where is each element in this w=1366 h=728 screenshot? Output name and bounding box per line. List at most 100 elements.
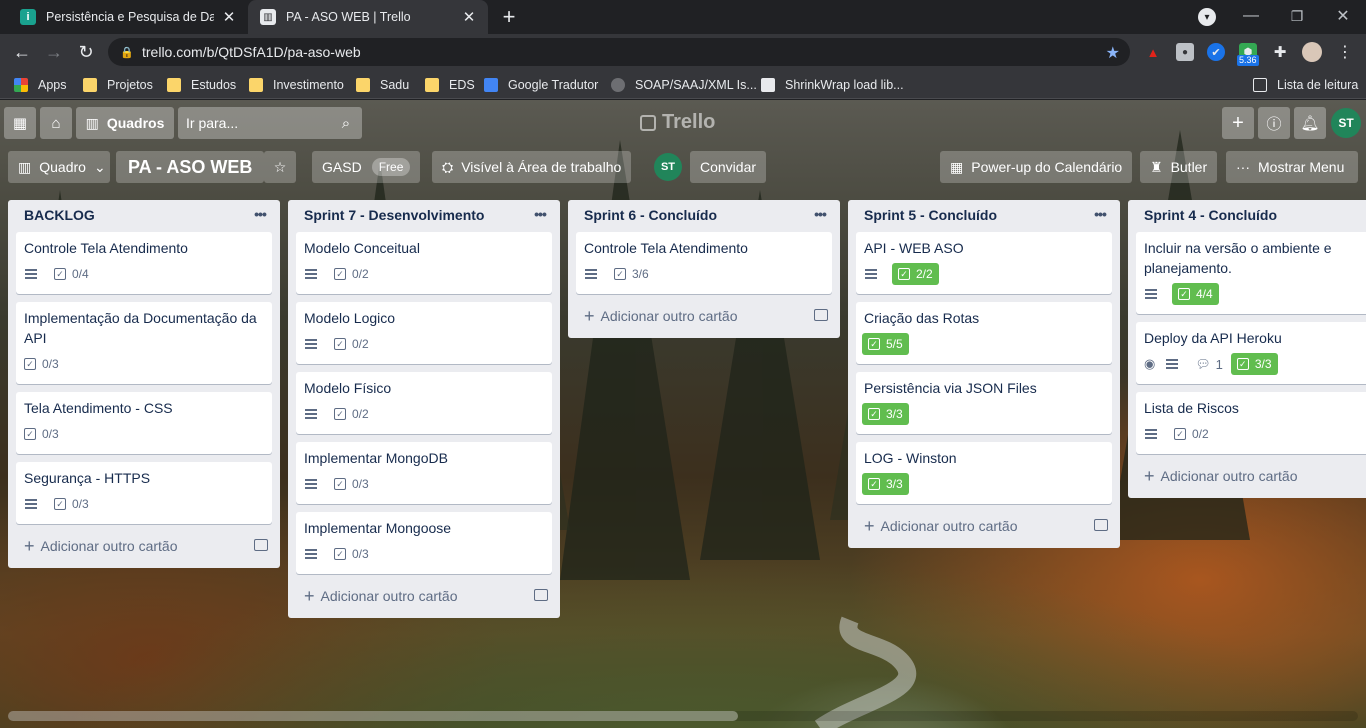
maximize-button[interactable]: ❐	[1274, 0, 1320, 32]
board-title[interactable]: PA - ASO WEB	[116, 151, 265, 183]
card[interactable]: LOG - Winston ✓ 3/3	[856, 442, 1112, 504]
card[interactable]: Implementação da Documentação da API ✓ 0/3	[16, 302, 272, 384]
extension-triangle-icon[interactable]: ▲	[1144, 43, 1162, 61]
visibility-button[interactable]: ⛭ Visível à Área de trabalho	[432, 151, 632, 183]
card[interactable]: Modelo Logico ✓ 0/2	[296, 302, 552, 364]
list-header[interactable]: Sprint 7 - Desenvolvimento •••	[296, 200, 552, 230]
horizontal-scrollbar-thumb[interactable]	[8, 711, 738, 721]
add-card-button[interactable]: + Adicionar outro cartão	[296, 582, 552, 610]
card[interactable]: Lista de Riscos ✓ 0/2	[1136, 392, 1366, 454]
card[interactable]: Segurança - HTTPS ✓ 0/3	[16, 462, 272, 524]
card-title: Controle Tela Atendimento	[584, 240, 748, 256]
card[interactable]: Controle Tela Atendimento ✓ 0/4	[16, 232, 272, 294]
notifications-bell-icon[interactable]: 🔔︎	[1294, 107, 1326, 139]
new-tab-button[interactable]: +	[498, 6, 520, 29]
bookmark-soap[interactable]: SOAP/SAAJ/XML Is...	[611, 75, 757, 95]
card-badges: ✓ 3/3	[862, 402, 1104, 426]
add-card-label: Adicionar outro cartão	[600, 308, 738, 324]
browser-tab-trello[interactable]: ▥ PA - ASO WEB | Trello ✕	[248, 0, 488, 34]
card-template-icon[interactable]	[534, 589, 548, 601]
chrome-menu-icon[interactable]: ⋮	[1336, 43, 1354, 61]
tab-title: PA - ASO WEB | Trello	[286, 10, 411, 24]
card[interactable]: Modelo Conceitual ✓ 0/2	[296, 232, 552, 294]
add-card-button[interactable]: + Adicionar outro cartão	[1136, 462, 1366, 490]
bookmark-investimento[interactable]: Investimento	[249, 75, 344, 95]
card[interactable]: Tela Atendimento - CSS ✓ 0/3	[16, 392, 272, 454]
card[interactable]: Controle Tela Atendimento ✓ 3/6	[576, 232, 832, 294]
bookmark-sadu[interactable]: Sadu	[356, 75, 409, 95]
show-menu-button[interactable]: ··· Mostrar Menu	[1226, 151, 1358, 183]
card[interactable]: Incluir na versão o ambiente e planejame…	[1136, 232, 1366, 314]
card[interactable]: Criação das Rotas ✓ 5/5	[856, 302, 1112, 364]
extension-shield-icon[interactable]: ●	[1176, 43, 1194, 61]
list-header[interactable]: BACKLOG •••	[16, 200, 272, 230]
visibility-icon: ⛭	[442, 158, 454, 175]
create-button[interactable]: +	[1222, 107, 1254, 139]
add-card-button[interactable]: + Adicionar outro cartão	[576, 302, 832, 330]
info-icon[interactable]: ⓘ	[1258, 107, 1290, 139]
reload-icon[interactable]: ↻	[72, 38, 100, 66]
forward-icon[interactable]: →	[40, 38, 68, 66]
boards-button[interactable]: ▥ Quadros	[76, 107, 174, 139]
butler-button[interactable]: ♜ Butler	[1140, 151, 1218, 183]
card[interactable]: Modelo Físico ✓ 0/2	[296, 372, 552, 434]
reading-list[interactable]: Lista de leitura	[1253, 75, 1358, 95]
back-icon[interactable]: ←	[8, 38, 36, 66]
extension-check-icon[interactable]: ✔	[1207, 43, 1225, 61]
list-title[interactable]: BACKLOG	[24, 207, 95, 223]
list-more-icon[interactable]: •••	[250, 206, 270, 222]
list-more-icon[interactable]: •••	[530, 206, 550, 222]
calendar-powerup-button[interactable]: ▦ Power-up do Calendário	[940, 151, 1133, 183]
tab-search-icon[interactable]: ▾	[1198, 8, 1216, 26]
board-member-avatar[interactable]: ST	[654, 153, 682, 181]
board-view-switcher[interactable]: ▥ Quadro ⌄	[8, 151, 110, 183]
list-header[interactable]: Sprint 6 - Concluído •••	[576, 200, 832, 230]
profile-avatar[interactable]	[1302, 42, 1322, 62]
close-tab-icon[interactable]: ✕	[220, 8, 238, 26]
checklist-count: 0/4	[72, 267, 89, 281]
invite-button[interactable]: Convidar	[690, 151, 767, 183]
minimize-button[interactable]: —	[1228, 0, 1274, 32]
close-tab-icon[interactable]: ✕	[460, 8, 478, 26]
list-header[interactable]: Sprint 5 - Concluído •••	[856, 200, 1112, 230]
bookmark-star-icon[interactable]: ★	[1106, 43, 1120, 63]
list-header[interactable]: Sprint 4 - Concluído•••	[1136, 200, 1366, 230]
add-card-button[interactable]: + Adicionar outro cartão	[856, 512, 1112, 540]
trello-logo[interactable]: Trello	[640, 111, 715, 134]
list-title[interactable]: Sprint 6 - Concluído	[584, 207, 717, 223]
list-title[interactable]: Sprint 5 - Concluído	[864, 207, 997, 223]
list-more-icon[interactable]: •••	[1090, 206, 1110, 222]
list-title[interactable]: Sprint 7 - Desenvolvimento	[304, 207, 484, 223]
browser-tab-persistencia[interactable]: i Persistência e Pesquisa de Dados ✕	[8, 0, 248, 34]
trello-logo-icon	[640, 114, 656, 131]
star-board-icon[interactable]: ☆	[264, 151, 296, 183]
bookmark-estudos[interactable]: Estudos	[167, 75, 236, 95]
user-avatar[interactable]: ST	[1331, 108, 1361, 138]
checklist-icon: ✓	[1178, 288, 1190, 300]
bookmark-shrinkwrap[interactable]: ShrinkWrap load lib...	[761, 75, 904, 95]
card[interactable]: API - WEB ASO ✓ 2/2	[856, 232, 1112, 294]
add-card-button[interactable]: + Adicionar outro cartão	[16, 532, 272, 560]
close-window-button[interactable]: ✕	[1320, 0, 1366, 32]
search-input[interactable]: Ir para... ⌕	[178, 107, 362, 139]
card-template-icon[interactable]	[254, 539, 268, 551]
list-more-icon[interactable]: •••	[810, 206, 830, 222]
app-switcher-icon[interactable]: ▦	[4, 107, 36, 139]
team-button[interactable]: GASD Free	[312, 151, 421, 183]
card[interactable]: Deploy da API Heroku ◉ 💬︎ 1 ✓ 3/3	[1136, 322, 1366, 384]
home-icon[interactable]: ⌂	[40, 107, 72, 139]
bookmark-eds[interactable]: EDS	[425, 75, 475, 95]
extensions-puzzle-icon[interactable]: ✚	[1271, 43, 1289, 61]
card[interactable]: Implementar MongoDB ✓ 0/3	[296, 442, 552, 504]
bookmark-apps[interactable]: Apps	[14, 75, 67, 95]
card[interactable]: Persistência via JSON Files ✓ 3/3	[856, 372, 1112, 434]
card-template-icon[interactable]	[814, 309, 828, 321]
list-title[interactable]: Sprint 4 - Concluído	[1144, 207, 1277, 223]
address-bar[interactable]: 🔒 trello.com/b/QtDSfA1D/pa-aso-web ★	[108, 38, 1130, 66]
bookmark-google-tradutor[interactable]: Google Tradutor	[484, 75, 598, 95]
description-icon	[304, 477, 318, 491]
card-template-icon[interactable]	[1094, 519, 1108, 531]
bookmark-projetos[interactable]: Projetos	[83, 75, 153, 95]
card[interactable]: Implementar Mongoose ✓ 0/3	[296, 512, 552, 574]
card-list: Controle Tela Atendimento ✓ 3/6	[576, 230, 832, 294]
